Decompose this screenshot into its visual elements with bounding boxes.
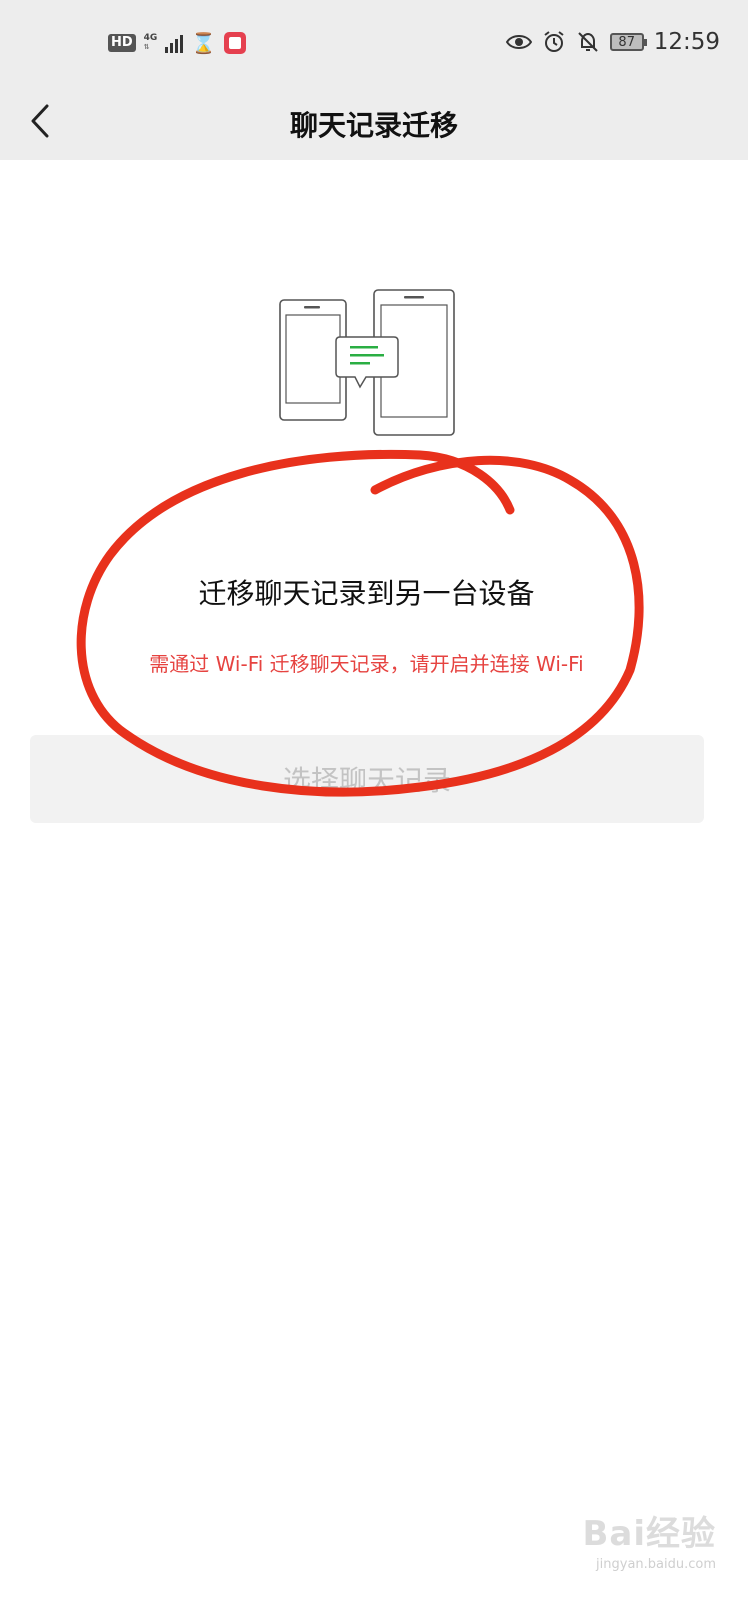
page-title: 聊天记录迁移 xyxy=(289,109,458,142)
signal-icon xyxy=(165,33,184,53)
status-bar: HD 4G ⇅ ⌛ 87 12:59 xyxy=(0,0,748,82)
watermark-main: Bai经验 xyxy=(582,1514,716,1554)
watermark-url: jingyan.baidu.com xyxy=(596,1557,716,1572)
network-type-icon: 4G ⇅ xyxy=(143,33,158,52)
status-right-icons: 87 12:59 xyxy=(505,26,720,58)
eye-icon xyxy=(505,35,532,49)
navigation-bar: 聊天记录迁移 xyxy=(0,82,748,160)
device-transfer-illustration xyxy=(279,289,455,436)
app-notification-icon xyxy=(224,32,247,54)
status-left-icons: HD 4G ⇅ ⌛ xyxy=(108,28,247,58)
select-chat-history-button[interactable]: 选择聊天记录 xyxy=(30,735,704,823)
baidu-watermark: Bai经验 jingyan.baidu.com xyxy=(582,1506,716,1572)
status-time: 12:59 xyxy=(653,29,720,55)
transfer-headline: 迁移聊天记录到另一台设备 xyxy=(198,577,535,610)
hd-icon: HD xyxy=(108,34,136,52)
alarm-icon xyxy=(544,31,564,52)
mute-bell-icon xyxy=(577,32,598,52)
battery-level: 87 xyxy=(618,34,635,50)
wifi-warning-text: 需通过 Wi-Fi 迁移聊天记录，请开启并连接 Wi-Fi xyxy=(149,652,584,676)
hourglass-icon: ⌛ xyxy=(191,31,217,55)
network-type-label: 4G xyxy=(143,33,158,43)
battery-icon: 87 xyxy=(609,33,647,51)
